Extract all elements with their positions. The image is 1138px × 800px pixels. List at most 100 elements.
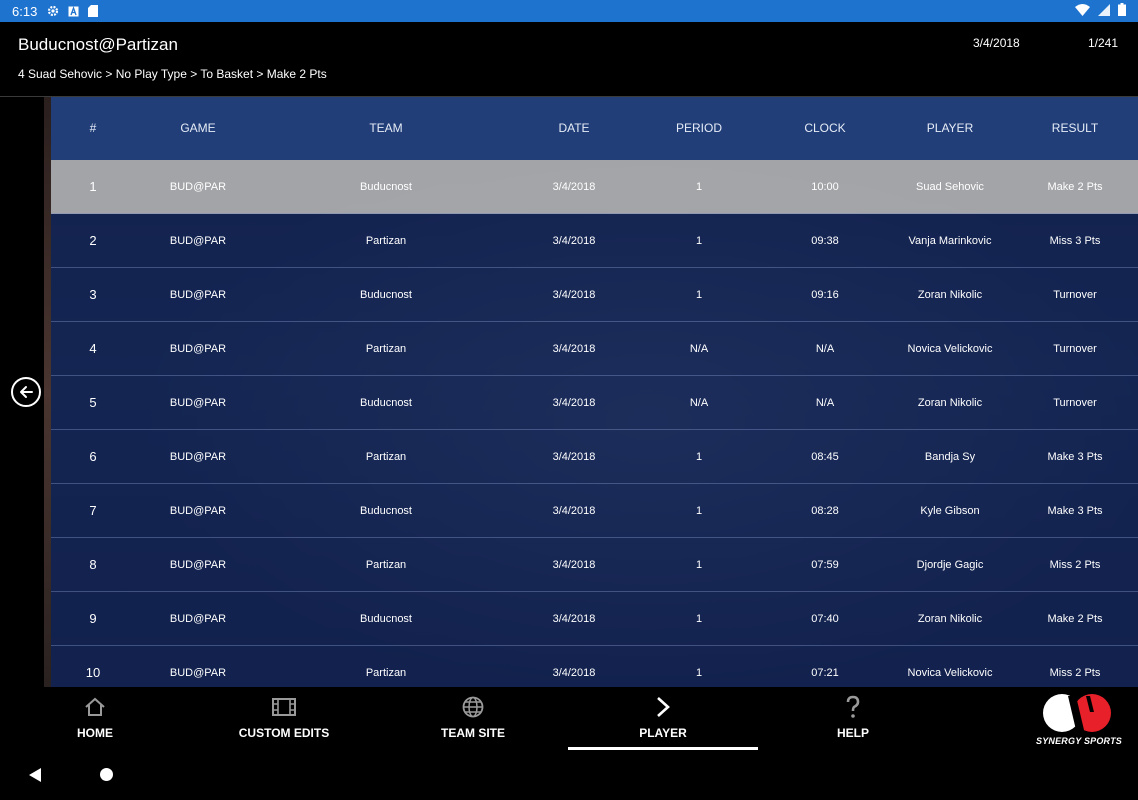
home-icon	[84, 695, 106, 719]
clip-counter: 1/241	[1088, 36, 1119, 50]
col-header-result[interactable]: RESULT	[1052, 97, 1098, 160]
cell-player: Suad Sehovic	[916, 181, 984, 193]
table-row[interactable]: 3 BUD@PAR Buducnost 3/4/2018 1 09:16 Zoran Nik…	[51, 268, 1138, 322]
table-row[interactable]: 9 BUD@PAR Buducnost 3/4/2018 1 07:40 Zoran Nik…	[51, 592, 1138, 646]
col-header-date[interactable]: DATE	[558, 97, 589, 160]
col-header-game[interactable]: GAME	[180, 97, 215, 160]
cell-clock: 08:45	[811, 451, 839, 463]
system-nav-bar	[0, 750, 1138, 800]
cell-period: N/A	[689, 343, 709, 355]
nav-home[interactable]: HOME	[0, 687, 190, 750]
cell-game: BUD@PAR	[169, 505, 227, 517]
table-row[interactable]: 2 BUD@PAR Partizan 3/4/2018 1 09:38 Vanja Mari…	[51, 214, 1138, 268]
video-edge-strip	[44, 97, 51, 687]
triangle-back-icon	[29, 768, 41, 782]
cell-team: Buducnost	[360, 289, 412, 301]
cell-game: BUD@PAR	[169, 181, 227, 193]
table-row[interactable]: 6 BUD@PAR Partizan 3/4/2018 1 08:45 Bandja Sy M…	[51, 430, 1138, 484]
cell-result: Turnover	[1053, 343, 1097, 355]
table-row[interactable]: 1 BUD@PAR Buducnost 3/4/2018 1 10:00 Suad Seho…	[51, 160, 1138, 214]
table-row[interactable]: 10 BUD@PAR Partizan 3/4/2018 1 07:21 Novica Ve…	[51, 646, 1138, 687]
left-rail	[0, 97, 51, 687]
cell-team: Buducnost	[360, 505, 412, 517]
table-body: 1 BUD@PAR Buducnost 3/4/2018 1 10:00 Suad Seho…	[51, 160, 1138, 687]
cell-number: 5	[89, 395, 97, 410]
cell-team: Partizan	[365, 559, 407, 571]
cell-result: Miss 2 Pts	[1049, 559, 1101, 571]
cell-player: Djordje Gagic	[916, 559, 984, 571]
film-icon	[272, 695, 296, 719]
bottom-nav: HOME CUSTOM EDITS TEAM SITE PLAYER HELP …	[0, 687, 1138, 750]
nav-custom-edits-label: CUSTOM EDITS	[238, 726, 330, 740]
cell-period: 1	[695, 289, 703, 301]
table-row[interactable]: 5 BUD@PAR Buducnost 3/4/2018 N/A N/A Zoran Nik…	[51, 376, 1138, 430]
cell-game: BUD@PAR	[169, 451, 227, 463]
cell-period: N/A	[689, 397, 709, 409]
cell-number: 4	[89, 341, 97, 356]
col-header-number[interactable]: #	[90, 97, 97, 160]
cell-player: Novica Velickovic	[907, 343, 993, 355]
cell-game: BUD@PAR	[169, 343, 227, 355]
cell-clock: 07:40	[811, 613, 839, 625]
cell-team: Partizan	[365, 667, 407, 679]
cell-number: 1	[89, 179, 97, 194]
logo-mark-icon	[1043, 694, 1111, 732]
cell-date: 3/4/2018	[552, 343, 596, 355]
question-icon	[845, 695, 861, 719]
nav-team-site[interactable]: TEAM SITE	[378, 687, 568, 750]
breadcrumb: 4 Suad Sehovic > No Play Type > To Baske…	[18, 67, 327, 81]
battery-icon	[1118, 3, 1126, 19]
col-header-team[interactable]: TEAM	[369, 97, 402, 160]
cell-player: Kyle Gibson	[920, 505, 980, 517]
cell-result: Turnover	[1053, 397, 1097, 409]
page-title: Buducnost@Partizan	[18, 35, 178, 54]
font-icon	[67, 5, 79, 17]
cell-period: 1	[695, 235, 703, 247]
cell-number: 8	[89, 557, 97, 572]
cell-clock: 10:00	[811, 181, 839, 193]
cell-clock: 07:59	[811, 559, 839, 571]
cell-period: 1	[695, 451, 703, 463]
cell-game: BUD@PAR	[169, 559, 227, 571]
cell-date: 3/4/2018	[552, 181, 596, 193]
header-date: 3/4/2018	[973, 36, 1020, 50]
cell-number: 10	[85, 665, 101, 680]
table-row[interactable]: 8 BUD@PAR Partizan 3/4/2018 1 07:59 Djordje Ga…	[51, 538, 1138, 592]
wifi-icon	[1075, 3, 1090, 19]
nav-player[interactable]: PLAYER	[568, 687, 758, 750]
synergy-sports-logo: SYNERGY SPORTS	[1024, 692, 1134, 747]
col-header-player[interactable]: PLAYER	[927, 97, 973, 160]
cell-player: Bandja Sy	[924, 451, 976, 463]
cell-team: Partizan	[365, 451, 407, 463]
cell-result: Miss 3 Pts	[1049, 235, 1101, 247]
nav-custom-edits[interactable]: CUSTOM EDITS	[189, 687, 379, 750]
table-row[interactable]: 4 BUD@PAR Partizan 3/4/2018 N/A N/A Novica Vel…	[51, 322, 1138, 376]
cell-number: 7	[89, 503, 97, 518]
cell-player: Zoran Nikolic	[917, 289, 983, 301]
nav-help[interactable]: HELP	[758, 687, 948, 750]
cell-team: Partizan	[365, 343, 407, 355]
cell-date: 3/4/2018	[552, 505, 596, 517]
system-home-button[interactable]	[100, 768, 113, 781]
table-row[interactable]: 7 BUD@PAR Buducnost 3/4/2018 1 08:28 Kyle Gibs…	[51, 484, 1138, 538]
plays-table: # GAME TEAM DATE PERIOD CLOCK PLAYER RES…	[51, 97, 1138, 687]
col-header-clock[interactable]: CLOCK	[804, 97, 845, 160]
cell-date: 3/4/2018	[552, 613, 596, 625]
cell-clock: N/A	[815, 343, 835, 355]
status-time: 6:13	[12, 3, 38, 19]
sd-card-icon	[87, 5, 99, 17]
cell-game: BUD@PAR	[169, 397, 227, 409]
cell-date: 3/4/2018	[552, 235, 596, 247]
cell-date: 3/4/2018	[552, 451, 596, 463]
back-button[interactable]	[11, 377, 41, 407]
nav-help-label: HELP	[836, 726, 869, 740]
cell-game: BUD@PAR	[169, 289, 227, 301]
cell-clock: N/A	[815, 397, 835, 409]
cell-game: BUD@PAR	[169, 235, 227, 247]
cell-period: 1	[695, 181, 703, 193]
cell-date: 3/4/2018	[552, 559, 596, 571]
arrow-left-icon	[20, 386, 33, 398]
col-header-period[interactable]: PERIOD	[676, 97, 722, 160]
logo-text: SYNERGY SPORTS	[1036, 736, 1122, 746]
system-back-button[interactable]	[28, 767, 42, 788]
